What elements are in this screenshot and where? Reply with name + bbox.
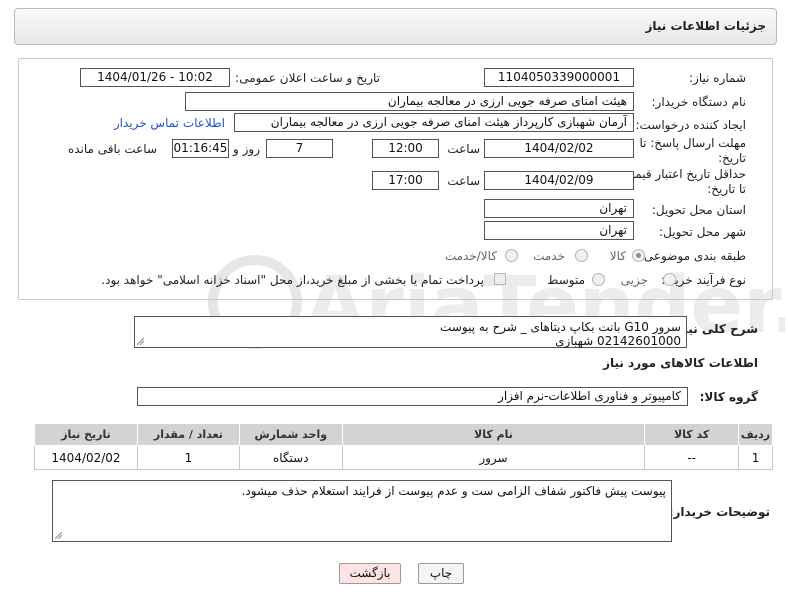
resize-grip-icon[interactable] bbox=[55, 532, 62, 539]
validity-label: حداقل تاریخ اعتبار قیمت: bbox=[619, 167, 746, 181]
cell-code: -- bbox=[644, 445, 740, 470]
page-title: جزئیات اطلاعات نیاز bbox=[645, 19, 766, 33]
days-label: روز و bbox=[233, 142, 260, 156]
announce-label: تاریخ و ساعت اعلان عمومی: bbox=[235, 71, 380, 85]
process-medium-radio[interactable] bbox=[592, 273, 605, 286]
cell-row-number: 1 bbox=[738, 445, 773, 470]
category-goods-label: کالا bbox=[609, 249, 626, 263]
back-button[interactable]: بازگشت bbox=[339, 563, 401, 584]
validity-date-label: تا تاریخ: bbox=[707, 182, 746, 196]
treasury-payment-note: پرداخت تمام یا بخشی از مبلغ خرید،از محل … bbox=[101, 273, 484, 287]
buyer-notes-label: توضیحات خریدار: bbox=[668, 505, 770, 519]
need-number-field[interactable]: 1104050339000001 bbox=[484, 68, 634, 87]
remaining-label: ساعت باقی مانده bbox=[67, 142, 157, 156]
process-medium-label: متوسط bbox=[547, 273, 585, 287]
city-label: شهر محل تحویل: bbox=[659, 225, 746, 239]
col-header-name: نام کالا bbox=[341, 423, 646, 446]
goods-group-field[interactable]: کامپیوتر و فناوری اطلاعات-نرم افزار bbox=[137, 387, 688, 406]
province-field[interactable]: تهران bbox=[484, 199, 634, 218]
deadline-time-label: ساعت bbox=[447, 142, 480, 156]
deadline-time-field[interactable]: 12:00 bbox=[372, 139, 439, 158]
deadline-label: مهلت ارسال پاسخ: تا bbox=[639, 136, 746, 150]
table-row[interactable]: 1 -- سرور دستگاه 1 1404/02/02 bbox=[34, 445, 773, 470]
cell-quantity: 1 bbox=[136, 445, 240, 470]
col-header-unit: واحد شمارش bbox=[238, 423, 343, 446]
process-minor-label: جزیی bbox=[620, 273, 648, 287]
summary-line-1: سرور G10 بانت بکاپ دیتاهای _ شرح به پیوس… bbox=[440, 320, 681, 334]
category-label: طبقه بندی موضوعی: bbox=[639, 249, 746, 263]
need-number-label: شماره نیاز: bbox=[689, 71, 746, 85]
province-label: استان محل تحویل: bbox=[651, 203, 746, 217]
buyer-org-label: نام دستگاه خریدار: bbox=[651, 95, 747, 109]
col-header-code: کد کالا bbox=[644, 423, 740, 446]
category-both-label: کالا/خدمت bbox=[444, 249, 497, 263]
cell-name: سرور bbox=[341, 445, 646, 470]
cell-unit: دستگاه bbox=[238, 445, 343, 470]
summary-line-2: 02142601000 شهبازی bbox=[555, 334, 681, 348]
category-service-radio[interactable] bbox=[575, 249, 588, 262]
col-header-quantity: تعداد / مقدار bbox=[136, 423, 240, 446]
category-goods-radio[interactable] bbox=[632, 249, 645, 262]
summary-textarea[interactable]: سرور G10 بانت بکاپ دیتاهای _ شرح به پیوس… bbox=[134, 316, 687, 348]
buyer-notes-text: پیوست پیش فاکتور شفاف الزامی ست و عدم پی… bbox=[241, 484, 666, 498]
deadline-date-field[interactable]: 1404/02/02 bbox=[484, 139, 634, 158]
col-header-row-number: ردیف bbox=[738, 423, 773, 446]
table-header-row: ردیف کد کالا نام کالا واحد شمارش تعداد /… bbox=[34, 423, 773, 446]
col-header-need-date: تاریخ نیاز bbox=[34, 423, 138, 446]
validity-time-field[interactable]: 17:00 bbox=[372, 171, 439, 190]
buyer-notes-textarea[interactable]: پیوست پیش فاکتور شفاف الزامی ست و عدم پی… bbox=[52, 480, 672, 542]
announce-datetime-field[interactable]: 1404/01/26 - 10:02 bbox=[80, 68, 230, 87]
validity-date-field[interactable]: 1404/02/09 bbox=[484, 171, 634, 190]
process-minor-radio[interactable] bbox=[663, 273, 676, 286]
resize-grip-icon[interactable] bbox=[137, 338, 144, 345]
goods-info-title: اطلاعات کالاهای مورد نیاز bbox=[603, 356, 758, 370]
deadline-date-label: تاریخ: bbox=[718, 151, 746, 165]
header-panel: جزئیات اطلاعات نیاز bbox=[14, 8, 777, 45]
category-service-label: خدمت bbox=[533, 249, 565, 263]
creator-field[interactable]: آرمان شهبازی کارپرداز هیئت امنای صرفه جو… bbox=[234, 113, 634, 132]
validity-time-label: ساعت bbox=[447, 174, 480, 188]
category-both-radio[interactable] bbox=[505, 249, 518, 262]
items-table: ردیف کد کالا نام کالا واحد شمارش تعداد /… bbox=[34, 423, 773, 470]
remaining-time-field[interactable]: 01:16:45 bbox=[172, 139, 229, 158]
buyer-contact-link[interactable]: اطلاعات تماس خریدار bbox=[114, 116, 225, 130]
print-button[interactable]: چاپ bbox=[418, 563, 464, 584]
buyer-org-field[interactable]: هیئت امنای صرفه جویی ارزی در معالجه بیما… bbox=[185, 92, 634, 111]
goods-group-label: گروه کالا: bbox=[699, 390, 758, 404]
creator-label: ایجاد کننده درخواست: bbox=[635, 118, 746, 132]
cell-need-date: 1404/02/02 bbox=[34, 445, 138, 470]
city-field[interactable]: تهران bbox=[484, 221, 634, 240]
treasury-payment-checkbox[interactable] bbox=[494, 273, 506, 285]
days-field[interactable]: 7 bbox=[266, 139, 333, 158]
